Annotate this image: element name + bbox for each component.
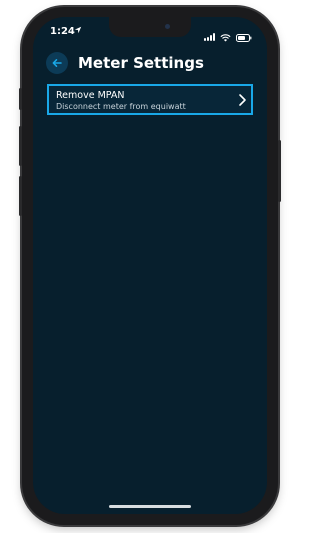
app-screen: 1:24 Meter Settings Remove MPAN Disconne… bbox=[33, 17, 267, 514]
status-icons bbox=[204, 27, 252, 46]
setting-item-title: Remove MPAN bbox=[56, 90, 125, 101]
power-button bbox=[278, 140, 281, 202]
battery-icon bbox=[236, 27, 252, 46]
status-time: 1:24 bbox=[50, 26, 75, 37]
location-arrow-icon bbox=[74, 26, 82, 37]
signal-bars-icon bbox=[204, 32, 215, 41]
mute-switch bbox=[19, 88, 22, 110]
arrow-left-icon bbox=[52, 59, 62, 67]
volume-down-button bbox=[19, 176, 22, 216]
home-indicator[interactable] bbox=[109, 505, 191, 508]
setting-item-subtitle: Disconnect meter from equiwatt bbox=[56, 102, 186, 111]
back-button[interactable] bbox=[46, 52, 68, 74]
page-title: Meter Settings bbox=[78, 54, 204, 72]
chevron-right-icon bbox=[237, 92, 247, 111]
wifi-icon bbox=[220, 27, 231, 46]
setting-item-remove-mpan[interactable]: Remove MPAN Disconnect meter from equiwa… bbox=[47, 84, 253, 115]
volume-up-button bbox=[19, 126, 22, 166]
status-bar: 1:24 bbox=[33, 17, 267, 42]
